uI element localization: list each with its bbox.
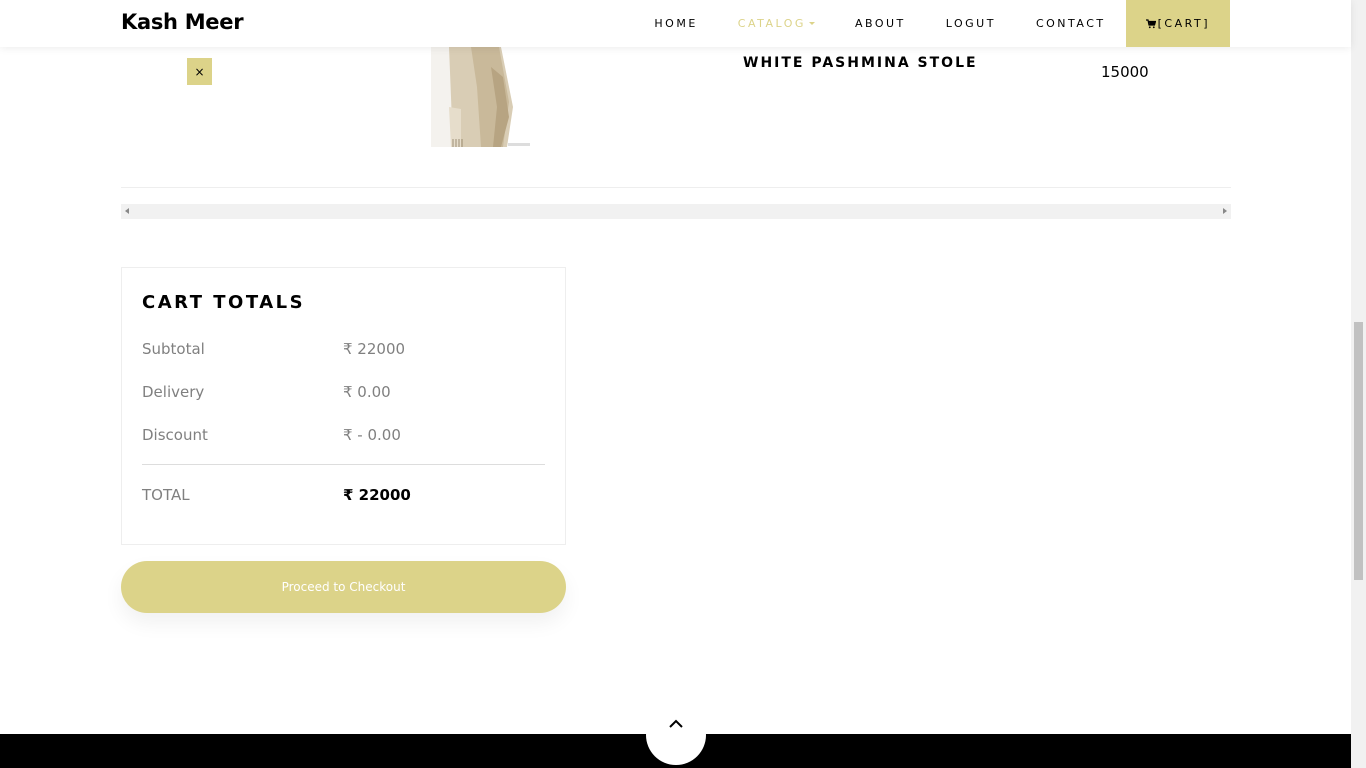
- cart-totals-heading: Cart Totals: [142, 292, 306, 313]
- nav-about[interactable]: About: [835, 0, 926, 47]
- scroll-right-icon[interactable]: [1223, 208, 1227, 214]
- scrollbar-thumb[interactable]: [1354, 322, 1363, 580]
- page-vertical-scrollbar[interactable]: [1351, 0, 1366, 768]
- discount-value: ₹ - 0.00: [343, 426, 401, 444]
- total-label: TOTAL: [142, 486, 190, 504]
- total-value: ₹ 22000: [343, 486, 411, 504]
- discount-label: Discount: [142, 426, 208, 444]
- navbar: Kash Meer Home Catalog About Logut Conta…: [0, 0, 1351, 47]
- table-horizontal-scrollbar[interactable]: [121, 204, 1231, 219]
- subtotal-value: ₹ 22000: [343, 340, 406, 358]
- main-nav: Home Catalog About Logut Contact [Cart]: [634, 0, 1230, 47]
- brand-logo[interactable]: Kash Meer: [121, 10, 244, 34]
- nav-logout[interactable]: Logut: [926, 0, 1016, 47]
- product-price: 15000: [1101, 63, 1149, 81]
- nav-cart[interactable]: [Cart]: [1125, 0, 1230, 47]
- scroll-left-icon[interactable]: [125, 208, 129, 214]
- nav-contact[interactable]: Contact: [1016, 0, 1126, 47]
- cart-totals: Cart Totals Subtotal ₹ 22000 Delivery ₹ …: [121, 267, 566, 545]
- product-name[interactable]: White Pashmina Stole: [743, 55, 978, 71]
- subtotal-label: Subtotal: [142, 340, 205, 358]
- chevron-up-icon: [669, 719, 683, 728]
- delivery-value: ₹ 0.00: [343, 383, 391, 401]
- nav-home[interactable]: Home: [634, 0, 717, 47]
- row-divider: [121, 187, 1231, 188]
- remove-item-button[interactable]: ×: [187, 58, 212, 85]
- caret-down-icon: [808, 22, 815, 25]
- cart-icon: [1145, 18, 1156, 28]
- proceed-to-checkout-button[interactable]: Proceed to Checkout: [121, 561, 566, 613]
- delivery-label: Delivery: [142, 383, 205, 401]
- nav-catalog[interactable]: Catalog: [718, 0, 835, 47]
- product-image: [431, 47, 531, 147]
- totals-divider: [142, 464, 545, 465]
- back-to-top-button[interactable]: [646, 705, 706, 765]
